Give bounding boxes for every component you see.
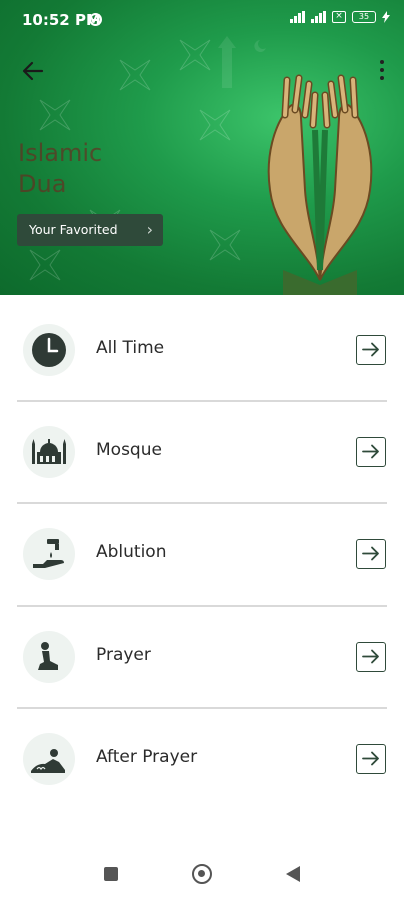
- data-off-icon: ×: [332, 11, 346, 23]
- ablution-icon: [23, 528, 75, 580]
- list-item-label: Mosque: [96, 440, 162, 460]
- list-item-label: Prayer: [96, 645, 151, 665]
- header-banner: 10:52 PM × 35 Islamic Dua Your Favorited…: [0, 0, 404, 295]
- favorites-button[interactable]: Your Favorited ›: [17, 214, 163, 246]
- signal-icon-2: [311, 11, 326, 23]
- clock-icon: [23, 324, 75, 376]
- list-item-all-time[interactable]: All Time: [17, 298, 387, 400]
- arrow-right-icon[interactable]: [356, 642, 386, 672]
- list-item-ablution[interactable]: Ablution: [17, 502, 387, 604]
- list-item-after-prayer[interactable]: After Prayer: [17, 707, 387, 809]
- title-line-1: Islamic: [18, 139, 103, 167]
- back-arrow-icon[interactable]: [20, 58, 46, 84]
- list-item-mosque[interactable]: Mosque: [17, 400, 387, 502]
- chevron-right-icon: ›: [146, 220, 153, 239]
- status-icons: × 35: [290, 11, 390, 23]
- list-item-label: All Time: [96, 338, 165, 358]
- signal-icon: [290, 11, 305, 23]
- status-bar: 10:52 PM × 35: [0, 0, 404, 40]
- arrow-right-icon[interactable]: [356, 539, 386, 569]
- list-item-prayer[interactable]: Prayer: [17, 605, 387, 707]
- praying-hands-image: [267, 74, 373, 295]
- back-button[interactable]: [286, 866, 300, 882]
- dnd-icon: [89, 13, 102, 26]
- battery-icon: 35: [352, 11, 376, 23]
- prayer-icon: [23, 631, 75, 683]
- system-navigation-bar: [0, 840, 404, 900]
- arrow-right-icon[interactable]: [356, 437, 386, 467]
- home-button[interactable]: [192, 864, 212, 884]
- recents-button[interactable]: [104, 867, 118, 881]
- arrow-right-icon[interactable]: [356, 744, 386, 774]
- list-item-label: Ablution: [96, 542, 167, 562]
- favorites-label: Your Favorited: [29, 222, 118, 237]
- charging-icon: [382, 11, 390, 23]
- list-item-label: After Prayer: [96, 747, 198, 767]
- after-prayer-icon: [23, 733, 75, 785]
- title-line-2: Dua: [18, 170, 67, 198]
- page-title: Islamic Dua: [18, 138, 102, 200]
- mosque-icon: [23, 426, 75, 478]
- arrow-right-icon[interactable]: [356, 335, 386, 365]
